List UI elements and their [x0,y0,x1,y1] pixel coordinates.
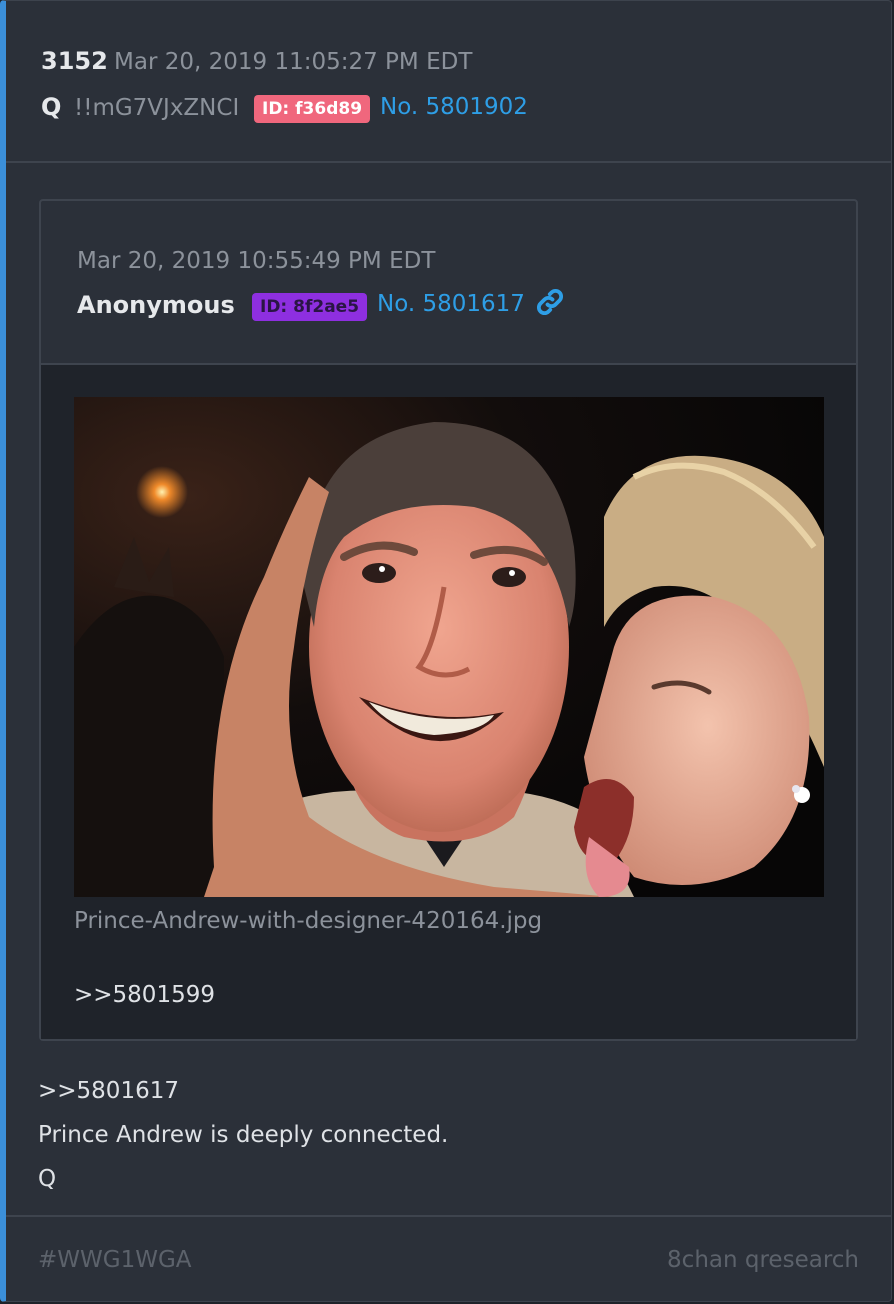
quoted-post-date: Mar 20, 2019 10:55:49 PM EDT [77,248,436,274]
post-number: 3152 [41,47,108,75]
quoted-reply-ref[interactable]: >>5801599 [74,982,215,1008]
post-signature: Q [38,1166,57,1192]
post-id-badge: ID: f36d89 [254,95,371,123]
hashtag: #WWG1WGA [38,1247,192,1273]
post-text: Prince Andrew is deeply connected. [38,1122,449,1148]
post-image[interactable] [74,397,824,897]
post-date: Mar 20, 2019 11:05:27 PM EDT [114,49,473,75]
quoted-post-body: Prince-Andrew-with-designer-420164.jpg >… [41,365,856,1039]
post-header: 3152 Mar 20, 2019 11:05:27 PM EDT Q !!mG… [6,1,891,163]
quoted-post-id-badge: ID: 8f2ae5 [252,293,368,321]
quoted-post-author: Anonymous [77,291,235,319]
post-number-link[interactable]: No. 5801902 [380,94,528,120]
reply-ref[interactable]: >>5801617 [38,1078,179,1104]
quoted-post-number-link[interactable]: No. 5801617 [377,291,525,317]
quoted-post: Mar 20, 2019 10:55:49 PM EDT Anonymous I… [39,199,858,1041]
post-author: Q [41,93,62,121]
post-tripcode: !!mG7VJxZNCI [74,95,240,121]
link-icon[interactable] [535,287,565,317]
image-filename-link[interactable]: Prince-Andrew-with-designer-420164.jpg [74,908,542,934]
quoted-post-header: Mar 20, 2019 10:55:49 PM EDT Anonymous I… [41,201,856,365]
post-card: 3152 Mar 20, 2019 11:05:27 PM EDT Q !!mG… [0,0,892,1302]
post-footer: #WWG1WGA 8chan qresearch [6,1215,891,1303]
site-name: 8chan qresearch [667,1247,859,1273]
